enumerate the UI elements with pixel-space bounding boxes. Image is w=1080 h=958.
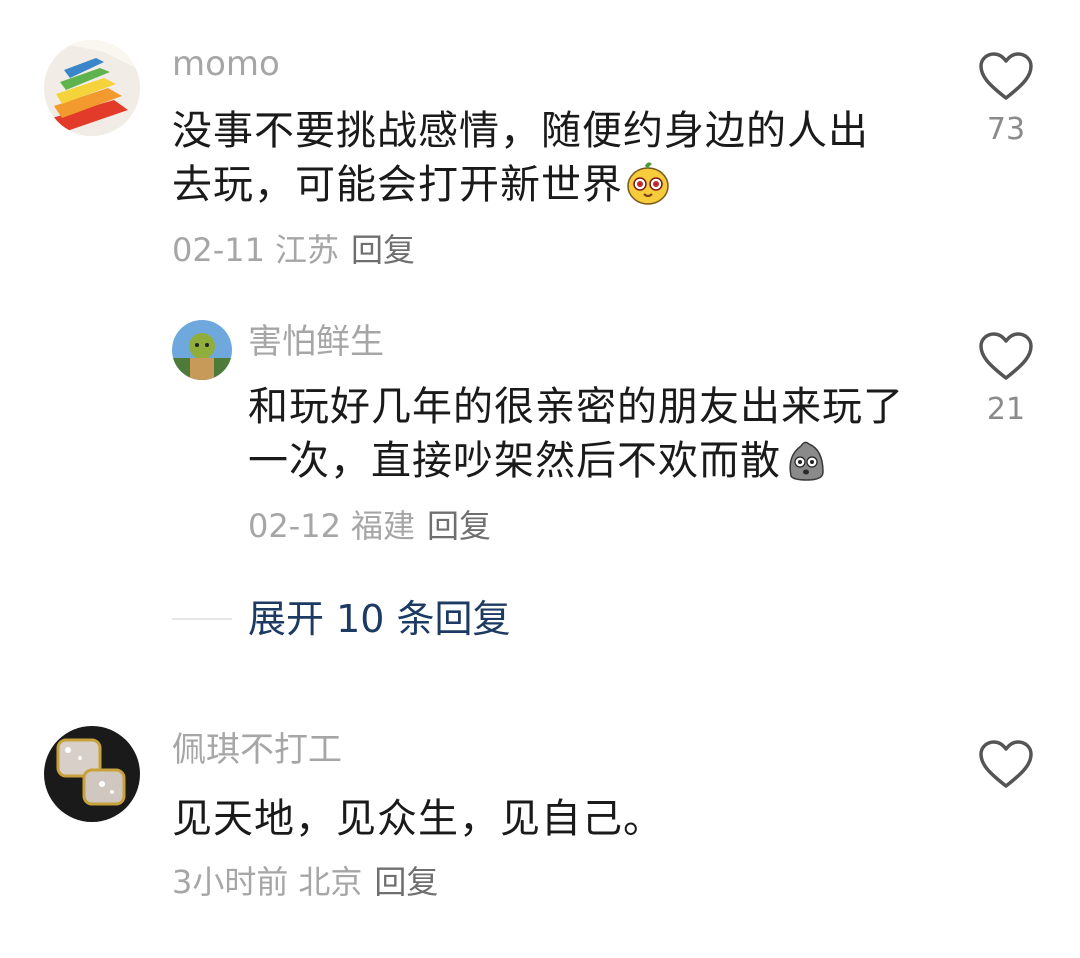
avatar[interactable] [44,40,140,136]
like-button[interactable]: 21 [976,332,1036,428]
gray-face-emoji [783,436,829,496]
like-count: 73 [986,112,1026,147]
comment-content-line-with-emoji: 一次，直接吵架然后不欢而散 [248,434,904,496]
avatar[interactable] [172,320,232,380]
comment-content: 和玩好几年的很亲密的朋友出来玩了 一次，直接吵架然后不欢而散 [248,380,904,496]
comment-meta: 3小时前 北京 回复 [172,862,438,902]
yellow-face-emoji [625,160,671,220]
comment-location: 北京 [298,863,363,901]
divider [172,618,232,620]
comment-content-line: 和玩好几年的很亲密的朋友出来玩了 [248,384,904,430]
comment-date: 02-11 [172,231,265,269]
comment-content-line-with-emoji: 去玩，可能会打开新世界 [172,158,869,220]
heart-outline-icon [979,332,1033,380]
comment-location: 江苏 [274,231,339,269]
comment-content-line: 去玩，可能会打开新世界 [172,162,623,208]
comment-content: 没事不要挑战感情，随便约身边的人出 去玩，可能会打开新世界 [172,104,869,220]
comment-date: 3小时前 [172,863,289,901]
comment-location: 福建 [350,507,415,545]
comment-content: 见天地，见众生，见自己。 [172,792,664,846]
reply-button[interactable]: 回复 [351,231,415,269]
comment-content-line: 没事不要挑战感情，随便约身边的人出 [172,108,869,154]
like-count: 21 [986,392,1026,427]
expand-replies-label: 展开 10 条回复 [248,597,511,641]
comment-username[interactable]: 害怕鲜生 [248,322,384,362]
comment-username[interactable]: 佩琪不打工 [172,730,342,770]
comment-date: 02-12 [248,507,341,545]
heart-outline-icon [979,740,1033,788]
comment-username[interactable]: momo [172,44,280,84]
heart-outline-icon [979,52,1033,100]
avatar[interactable] [44,726,140,822]
comment-content-line: 见天地，见众生，见自己。 [172,796,664,842]
expand-replies-button[interactable]: 展开 10 条回复 [172,596,511,642]
reply-button[interactable]: 回复 [427,507,491,545]
reply-button[interactable]: 回复 [374,863,438,901]
like-button[interactable]: 73 [976,52,1036,148]
comment-meta: 02-11 江苏 回复 [172,230,415,270]
like-button[interactable] [976,740,1036,790]
comment-meta: 02-12 福建 回复 [248,506,491,546]
comment-content-line: 一次，直接吵架然后不欢而散 [248,438,781,484]
